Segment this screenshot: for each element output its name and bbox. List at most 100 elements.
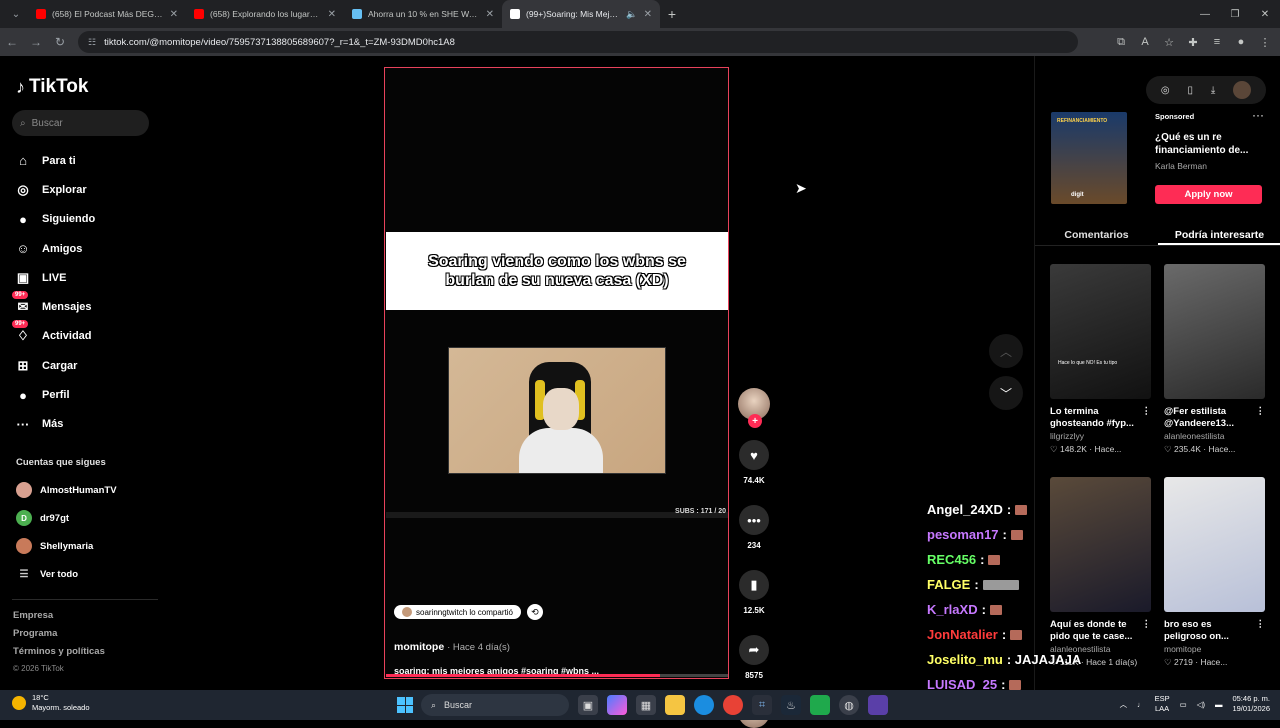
video-thumbnail[interactable]: Hace lo que NO! Es tu tipo xyxy=(1050,264,1151,399)
mobile-icon[interactable]: ▯ xyxy=(1187,85,1193,96)
search-input[interactable]: ⌕ Buscar xyxy=(12,110,149,136)
previous-video-chevron-up-icon[interactable]: ︿ xyxy=(989,334,1023,368)
windows-start-icon[interactable] xyxy=(397,697,413,713)
volume-icon[interactable]: ◁) xyxy=(1197,700,1205,709)
reload-icon[interactable]: ↻ xyxy=(48,35,72,49)
nav-item-explorar[interactable]: ◎ Explorar xyxy=(14,175,164,204)
video-progress-bar[interactable] xyxy=(386,674,728,677)
shared-by-pill[interactable]: soarinngtwitch lo compartió xyxy=(394,605,521,619)
browser-tab[interactable]: (658) Explorando los lugares más ✕ xyxy=(186,0,344,28)
minimize-icon[interactable]: — xyxy=(1190,9,1220,20)
restore-icon[interactable]: ❐ xyxy=(1220,9,1250,20)
nav-item-mensajes[interactable]: ✉ 99+ Mensajes xyxy=(12,291,164,321)
media-controls-icon[interactable]: ≡ xyxy=(1210,36,1224,48)
download-icon[interactable]: ⤓ xyxy=(1211,85,1215,96)
terminal-icon[interactable]: ⌗ xyxy=(752,695,772,715)
nav-item-live[interactable]: ▣ LIVE xyxy=(14,263,164,292)
steam-icon[interactable]: ♨ xyxy=(781,695,801,715)
following-account[interactable]: Shellymaria xyxy=(16,532,166,560)
forward-icon[interactable]: → xyxy=(24,35,48,49)
tab-close-icon[interactable]: ✕ xyxy=(644,9,652,20)
bookmark-star-icon[interactable]: ☆ xyxy=(1162,36,1176,49)
browser-tab[interactable]: (658) El Podcast Más DEGENERADO ✕ xyxy=(28,0,186,28)
battery-icon[interactable]: ▬ xyxy=(1215,700,1223,709)
nav-item-cargar[interactable]: ⊞ Cargar xyxy=(14,351,164,380)
following-account[interactable]: Ddr97gt xyxy=(16,504,166,532)
ad-more-icon[interactable]: ··· xyxy=(1252,108,1264,122)
browser-tab[interactable]: (99+)Soaring: Mis Mejores A 🔈 ✕ xyxy=(502,0,660,28)
tab-close-icon[interactable]: ✕ xyxy=(328,9,336,20)
task-view-icon[interactable]: ▣ xyxy=(578,695,598,715)
back-icon[interactable]: ← xyxy=(0,35,24,49)
creator-avatar[interactable]: + xyxy=(738,388,770,428)
tab-search-icon[interactable]: ⌄ xyxy=(4,4,28,24)
video-thumbnail[interactable] xyxy=(1164,477,1265,612)
language-indicator[interactable]: ESP LAA xyxy=(1155,694,1170,714)
recommended-video-card[interactable]: Hace lo que NO! Es tu tipo Lo termina gho… xyxy=(1050,264,1151,455)
clock[interactable]: 05:46 p. m. 19/01/2026 xyxy=(1232,694,1270,714)
extensions-icon[interactable]: ✚ xyxy=(1186,36,1200,49)
copilot-icon[interactable] xyxy=(607,695,627,715)
file-explorer-icon[interactable] xyxy=(665,695,685,715)
card-more-icon[interactable]: ⋮ xyxy=(1142,406,1152,430)
card-more-icon[interactable]: ⋮ xyxy=(1256,406,1266,430)
nav-item-para-ti[interactable]: ⌂ Para ti xyxy=(14,146,164,175)
tiktok-logo[interactable]: ♪ TikTok xyxy=(16,76,88,98)
new-tab-button[interactable]: + xyxy=(660,6,684,22)
app-icon[interactable]: ◍ xyxy=(839,695,859,715)
tab-comments[interactable]: Comentarios xyxy=(1035,222,1158,245)
site-info-icon[interactable]: ☷ xyxy=(88,37,96,48)
ad-title[interactable]: ¿Qué es un re financiamiento de... xyxy=(1155,131,1265,157)
store-icon[interactable]: ▦ xyxy=(636,695,656,715)
apply-now-button[interactable]: Apply now xyxy=(1155,185,1262,204)
mic-icon[interactable]: ♩ xyxy=(1137,700,1145,709)
tab-close-icon[interactable]: ✕ xyxy=(170,9,178,20)
close-window-icon[interactable]: ✕ xyxy=(1250,9,1280,20)
next-video-chevron-down-icon[interactable]: ﹀ xyxy=(989,376,1023,410)
chrome-icon[interactable] xyxy=(723,695,743,715)
discord-icon[interactable] xyxy=(868,695,888,715)
video-author[interactable]: momitope xyxy=(394,641,444,653)
see-all-link[interactable]: ☰ Ver todo xyxy=(16,560,166,588)
game-app-icon[interactable] xyxy=(810,695,830,715)
repost-icon[interactable]: ⟲ xyxy=(526,604,543,620)
weather-widget[interactable]: 18°C Mayorm. soleado xyxy=(12,693,90,713)
nav-item-actividad[interactable]: ♢ 99+ Actividad xyxy=(12,320,164,351)
nav-item-perfil[interactable]: ● Perfil xyxy=(14,380,164,409)
bookmark-icon[interactable]: ▮ xyxy=(739,570,769,600)
recommended-video-card[interactable]: bro eso es peligroso on... ⋮ momitope ♡ 271… xyxy=(1164,477,1265,668)
card-more-icon[interactable]: ⋮ xyxy=(1142,619,1152,643)
footer-link-terminos[interactable]: Términos y políticas xyxy=(13,646,105,664)
nav-item-siguiendo[interactable]: ● Siguiendo xyxy=(14,205,164,234)
install-app-icon[interactable]: ⧉ xyxy=(1114,36,1128,49)
card-more-icon[interactable]: ⋮ xyxy=(1256,619,1266,643)
comment-icon[interactable]: ••• xyxy=(739,505,769,535)
translate-icon[interactable]: A xyxy=(1138,36,1152,48)
edge-icon[interactable] xyxy=(694,695,714,715)
browser-tab[interactable]: Ahorra un 10 % en SHE WAS SH ✕ xyxy=(344,0,502,28)
footer-link-programa[interactable]: Programa xyxy=(13,628,105,646)
tab-recommended[interactable]: Podría interesarte xyxy=(1158,222,1280,245)
follow-plus-icon[interactable]: + xyxy=(748,414,762,428)
recommended-video-card[interactable]: @Fer estilista @Yandeere13... ⋮ alanleones… xyxy=(1164,264,1265,455)
tab-close-icon[interactable]: ✕ xyxy=(486,9,494,20)
video-thumbnail[interactable] xyxy=(1164,264,1265,399)
card-author[interactable]: lilgrizzlyy xyxy=(1050,431,1151,441)
ad-thumbnail[interactable]: REFINANCIAMIENTO digit xyxy=(1051,112,1127,204)
card-author[interactable]: momitope xyxy=(1164,644,1265,654)
nav-item-amigos[interactable]: ☺ Amigos xyxy=(14,234,164,263)
taskbar-search[interactable]: ⌕ Buscar xyxy=(421,694,569,716)
explore-icon[interactable]: ◎ xyxy=(1161,85,1170,96)
url-field[interactable]: ☷ tiktok.com/@momitope/video/75957371388… xyxy=(78,31,1078,53)
video-player[interactable]: Soaring viendo como los wbns se burlan d… xyxy=(384,67,729,679)
share-icon[interactable]: ➦ xyxy=(739,635,769,665)
nav-item-m-s[interactable]: ··· Más xyxy=(14,410,164,439)
network-icon[interactable]: ▭ xyxy=(1180,700,1187,709)
card-author[interactable]: alanleonestilista xyxy=(1164,431,1265,441)
heart-icon[interactable]: ♥ xyxy=(739,440,769,470)
tray-chevron-up-icon[interactable]: ︿ xyxy=(1120,699,1128,710)
footer-link-empresa[interactable]: Empresa xyxy=(13,610,105,628)
tab-audio-icon[interactable]: 🔈 xyxy=(626,9,637,20)
profile-icon[interactable]: ● xyxy=(1234,36,1248,48)
browser-menu-icon[interactable]: ⋮ xyxy=(1258,36,1272,49)
